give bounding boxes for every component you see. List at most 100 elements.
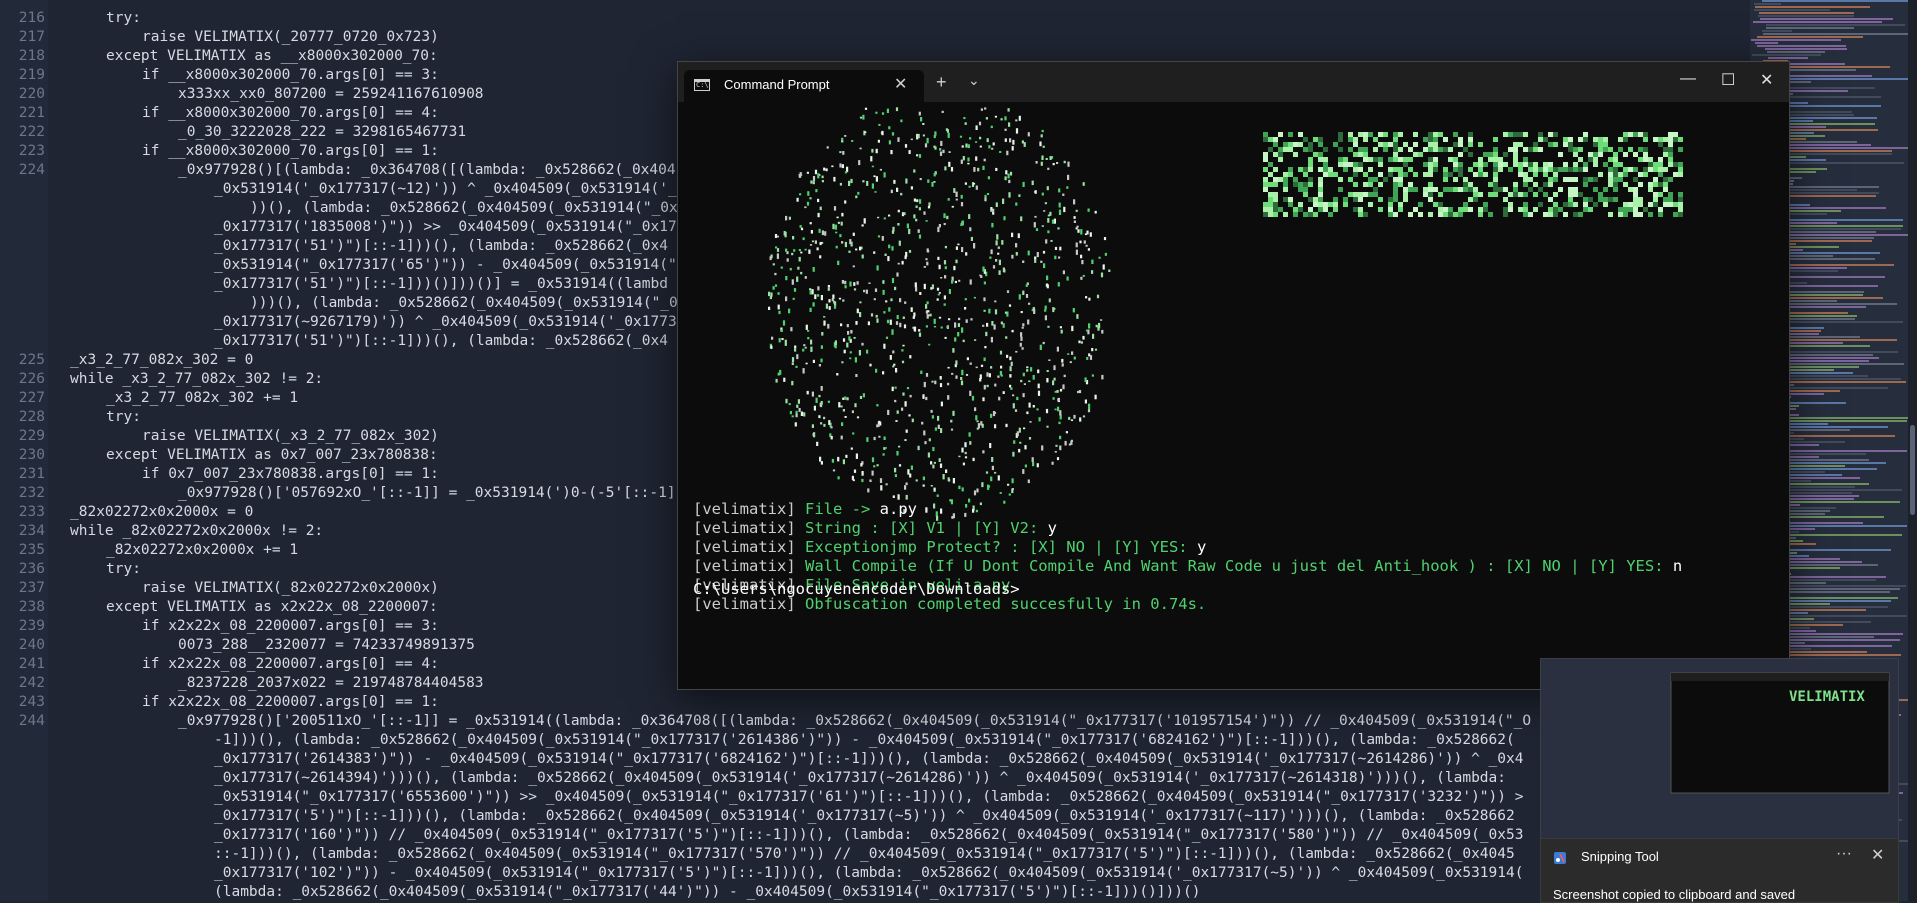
line-number: 220 bbox=[18, 86, 45, 102]
ascii-glyph bbox=[1104, 252, 1107, 256]
ascii-glyph bbox=[979, 136, 982, 140]
logo-block bbox=[1273, 197, 1278, 202]
ascii-glyph bbox=[932, 447, 935, 452]
ascii-glyph bbox=[875, 314, 878, 318]
logo-block bbox=[1268, 192, 1273, 197]
ascii-glyph bbox=[1047, 230, 1050, 234]
ascii-glyph bbox=[964, 456, 968, 459]
logo-block bbox=[1428, 197, 1433, 202]
logo-block bbox=[1678, 207, 1683, 212]
logo-block bbox=[1468, 142, 1473, 147]
ascii-glyph bbox=[809, 307, 812, 312]
terminal-prompt[interactable]: C:\Users\ngocuyenencoder\Downloads> bbox=[693, 580, 1020, 599]
logo-block bbox=[1678, 192, 1683, 197]
more-options-button[interactable]: ··· bbox=[1836, 845, 1852, 863]
ascii-glyph bbox=[842, 409, 845, 412]
logo-block bbox=[1568, 192, 1573, 197]
logo-block bbox=[1553, 212, 1558, 217]
ascii-glyph bbox=[871, 183, 874, 189]
logo-block bbox=[1633, 192, 1638, 197]
logo-block bbox=[1423, 147, 1428, 152]
ascii-glyph bbox=[1012, 394, 1015, 397]
logo-block bbox=[1593, 187, 1598, 192]
terminal-input-value: y bbox=[1196, 538, 1207, 556]
logo-block bbox=[1478, 212, 1483, 217]
ascii-glyph bbox=[979, 374, 982, 380]
tab-close-icon[interactable]: ✕ bbox=[894, 74, 907, 94]
code-line[interactable]: try: bbox=[106, 9, 1790, 28]
ascii-glyph bbox=[932, 464, 935, 469]
tab-dropdown-button[interactable]: ⌄ bbox=[968, 72, 980, 89]
ascii-glyph bbox=[1035, 161, 1038, 164]
ascii-glyph bbox=[777, 372, 780, 376]
ascii-glyph bbox=[855, 195, 858, 199]
notification-close-button[interactable]: ✕ bbox=[1871, 845, 1884, 865]
ascii-glyph bbox=[1056, 346, 1059, 352]
logo-block bbox=[1613, 167, 1618, 172]
logo-block bbox=[1603, 162, 1608, 167]
logo-block bbox=[1608, 197, 1613, 202]
ascii-glyph bbox=[836, 373, 839, 376]
ascii-glyph bbox=[981, 482, 984, 488]
logo-block bbox=[1563, 177, 1568, 182]
logo-block bbox=[1273, 192, 1278, 197]
logo-block bbox=[1298, 187, 1303, 192]
minimap-line bbox=[1766, 27, 1855, 29]
title-bar[interactable]: C:\ Command Prompt ✕ + ⌄ — ☐ ✕ bbox=[678, 62, 1789, 102]
logo-block bbox=[1263, 177, 1268, 182]
ascii-glyph bbox=[1034, 259, 1037, 263]
ascii-glyph bbox=[955, 246, 958, 250]
ascii-glyph bbox=[925, 373, 929, 377]
ascii-glyph bbox=[898, 445, 901, 448]
logo-block bbox=[1403, 192, 1408, 197]
logo-block bbox=[1373, 157, 1378, 162]
ascii-glyph bbox=[958, 317, 961, 321]
ascii-glyph bbox=[894, 386, 897, 389]
ascii-glyph bbox=[1022, 393, 1025, 398]
ascii-glyph bbox=[1063, 206, 1066, 213]
ascii-glyph bbox=[936, 287, 940, 291]
ascii-glyph bbox=[772, 286, 775, 290]
ascii-glyph bbox=[1053, 377, 1056, 381]
command-prompt-window[interactable]: C:\ Command Prompt ✕ + ⌄ — ☐ ✕ [velimati… bbox=[677, 61, 1790, 690]
logo-block bbox=[1448, 147, 1453, 152]
logo-block bbox=[1473, 192, 1478, 197]
logo-block bbox=[1358, 192, 1363, 197]
ascii-glyph bbox=[823, 167, 826, 171]
maximize-button[interactable]: ☐ bbox=[1721, 70, 1735, 90]
logo-block bbox=[1318, 152, 1323, 157]
ascii-glyph bbox=[883, 343, 886, 349]
ascii-glyph bbox=[775, 246, 778, 249]
terminal-message: Wall Compile (If U Dont Compile And Want… bbox=[805, 557, 1673, 575]
minimize-button[interactable]: — bbox=[1680, 70, 1696, 88]
ascii-glyph bbox=[999, 371, 1002, 376]
logo-block bbox=[1273, 212, 1278, 217]
close-button[interactable]: ✕ bbox=[1760, 70, 1773, 90]
logo-block bbox=[1668, 137, 1673, 142]
ascii-glyph bbox=[890, 189, 893, 194]
ascii-glyph bbox=[969, 441, 972, 445]
ascii-glyph bbox=[804, 206, 807, 209]
ascii-glyph bbox=[896, 410, 899, 414]
logo-block bbox=[1638, 202, 1643, 207]
ascii-glyph bbox=[1020, 336, 1023, 341]
snip-preview-thumbnail[interactable]: VELIMATIX bbox=[1540, 658, 1899, 840]
logo-block bbox=[1318, 177, 1323, 182]
logo-block bbox=[1268, 137, 1273, 142]
ascii-glyph bbox=[1019, 342, 1022, 347]
snipping-tool-notification[interactable]: Snipping Tool ··· ✕ Screenshot copied to… bbox=[1540, 838, 1899, 903]
logo-block bbox=[1658, 172, 1663, 177]
ascii-glyph bbox=[989, 443, 992, 449]
new-tab-button[interactable]: + bbox=[936, 72, 947, 93]
logo-block bbox=[1518, 162, 1523, 167]
editor-scrollbar-thumb[interactable] bbox=[1910, 425, 1915, 515]
ascii-glyph bbox=[908, 150, 911, 154]
tab-command-prompt[interactable]: C:\ Command Prompt ✕ bbox=[684, 70, 924, 102]
ascii-glyph bbox=[1048, 359, 1051, 361]
logo-block bbox=[1453, 187, 1458, 192]
logo-block bbox=[1358, 167, 1363, 172]
terminal-output[interactable]: [velimatix] File -> a.py [velimatix] Stri… bbox=[678, 102, 1789, 689]
line-number: 227 bbox=[18, 390, 45, 406]
ascii-glyph bbox=[814, 240, 817, 244]
code-line[interactable]: raise VELIMATIX(_20777_0720_0x723) bbox=[142, 28, 1790, 47]
